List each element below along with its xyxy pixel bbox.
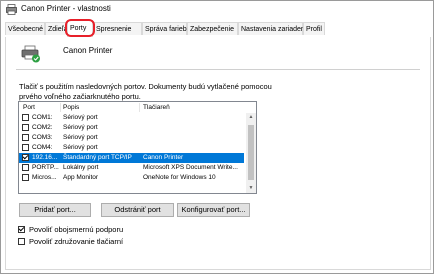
column-header-printer[interactable]: Tlačiareň (143, 104, 170, 111)
port-name: Micros... (32, 174, 57, 181)
add-port-button[interactable]: Pridať port... (19, 203, 91, 217)
port-name: COM2: (32, 124, 53, 131)
port-checkbox[interactable] (22, 164, 29, 171)
column-header-description[interactable]: Popis (63, 104, 79, 111)
port-name: COM1: (32, 114, 53, 121)
port-row[interactable]: COM3: Sériový port (19, 133, 244, 143)
port-name: PORTP... (32, 164, 59, 171)
port-description: Sériový port (63, 134, 98, 141)
bidirectional-checkbox[interactable] (18, 226, 25, 233)
column-separator (139, 103, 140, 112)
scroll-thumb[interactable] (248, 125, 254, 180)
pooling-label[interactable]: Povoliť združovanie tlačiarní (29, 237, 123, 246)
tab-sprava-farieb[interactable]: Správa farieb (142, 22, 187, 35)
port-checkbox[interactable] (22, 174, 29, 181)
bidirectional-label[interactable]: Povoliť obojsmernú podporu (29, 225, 123, 234)
scroll-up-icon[interactable]: ▲ (246, 113, 256, 122)
delete-port-button[interactable]: Odstrániť port (101, 203, 174, 217)
port-row[interactable]: COM4: Sériový port (19, 143, 244, 153)
port-row[interactable]: PORTP... Lokálny port Microsoft XPS Docu… (19, 163, 244, 173)
tab-zabezpecenie[interactable]: Zabezpečenie (187, 22, 238, 35)
port-description: App Monitor (63, 174, 99, 181)
tab-porty[interactable]: Porty (67, 20, 93, 37)
column-separator (60, 103, 61, 112)
column-header-port[interactable]: Port (23, 104, 35, 111)
tab-nastavenia-zariadenia[interactable]: Nastavenia zariadenia (238, 22, 310, 35)
port-printer: Microsoft XPS Document Write... (143, 164, 238, 171)
port-list-header: Port Popis Tlačiareň (19, 102, 256, 113)
printer-name: Canon Printer (63, 46, 113, 55)
port-list[interactable]: Port Popis Tlačiareň COM1: Sériový port … (18, 101, 257, 194)
port-row[interactable]: COM2: Sériový port (19, 123, 244, 133)
port-checkbox[interactable] (22, 144, 29, 151)
divider (16, 69, 420, 70)
port-list-scrollbar[interactable]: ▲ ▼ (246, 113, 256, 193)
port-description: Sériový port (63, 144, 98, 151)
tab-zdielanie[interactable]: Zdieľanie (45, 22, 67, 35)
title-bar: Canon Printer - vlastnosti (1, 1, 433, 18)
tab-spresnenie[interactable]: Spresnenie (93, 22, 142, 35)
port-description: Štandardný port TCP/IP (63, 154, 132, 161)
port-checkbox[interactable] (22, 124, 29, 131)
scroll-down-icon[interactable]: ▼ (246, 184, 256, 193)
port-description: Sériový port (63, 114, 98, 121)
tab-vseobecne[interactable]: Všeobecné (5, 22, 45, 35)
port-name: 192.16... (32, 154, 58, 161)
ports-panel: Canon Printer Tlačiť s použitím nasledov… (5, 37, 431, 270)
port-checkbox[interactable] (22, 134, 29, 141)
port-checkbox[interactable] (22, 154, 29, 161)
port-printer: Canon Printer (143, 154, 184, 161)
printer-app-icon (6, 4, 17, 15)
port-name: COM3: (32, 134, 53, 141)
port-row-selected[interactable]: 192.16... Štandardný port TCP/IP Canon P… (19, 153, 244, 163)
port-checkbox[interactable] (22, 114, 29, 121)
tab-bar: Všeobecné Zdieľanie Porty Spresnenie Spr… (5, 19, 429, 38)
port-description: Sériový port (63, 124, 98, 131)
port-description: Lokálny port (63, 164, 99, 171)
pooling-checkbox[interactable] (18, 238, 25, 245)
port-row[interactable]: COM1: Sériový port (19, 113, 244, 123)
printer-properties-window: Canon Printer - vlastnosti Všeobecné Zdi… (0, 0, 434, 274)
tab-profil[interactable]: Profil (303, 22, 325, 35)
printer-icon (21, 45, 40, 63)
configure-port-button[interactable]: Konfigurovať port... (177, 203, 250, 217)
port-row[interactable]: Micros... App Monitor OneNote for Window… (19, 173, 244, 183)
port-name: COM4: (32, 144, 53, 151)
port-printer: OneNote for Windows 10 (143, 174, 216, 181)
window-title: Canon Printer - vlastnosti (21, 4, 111, 13)
ports-description: Tlačiť s použitím nasledovných portov. D… (19, 82, 272, 101)
